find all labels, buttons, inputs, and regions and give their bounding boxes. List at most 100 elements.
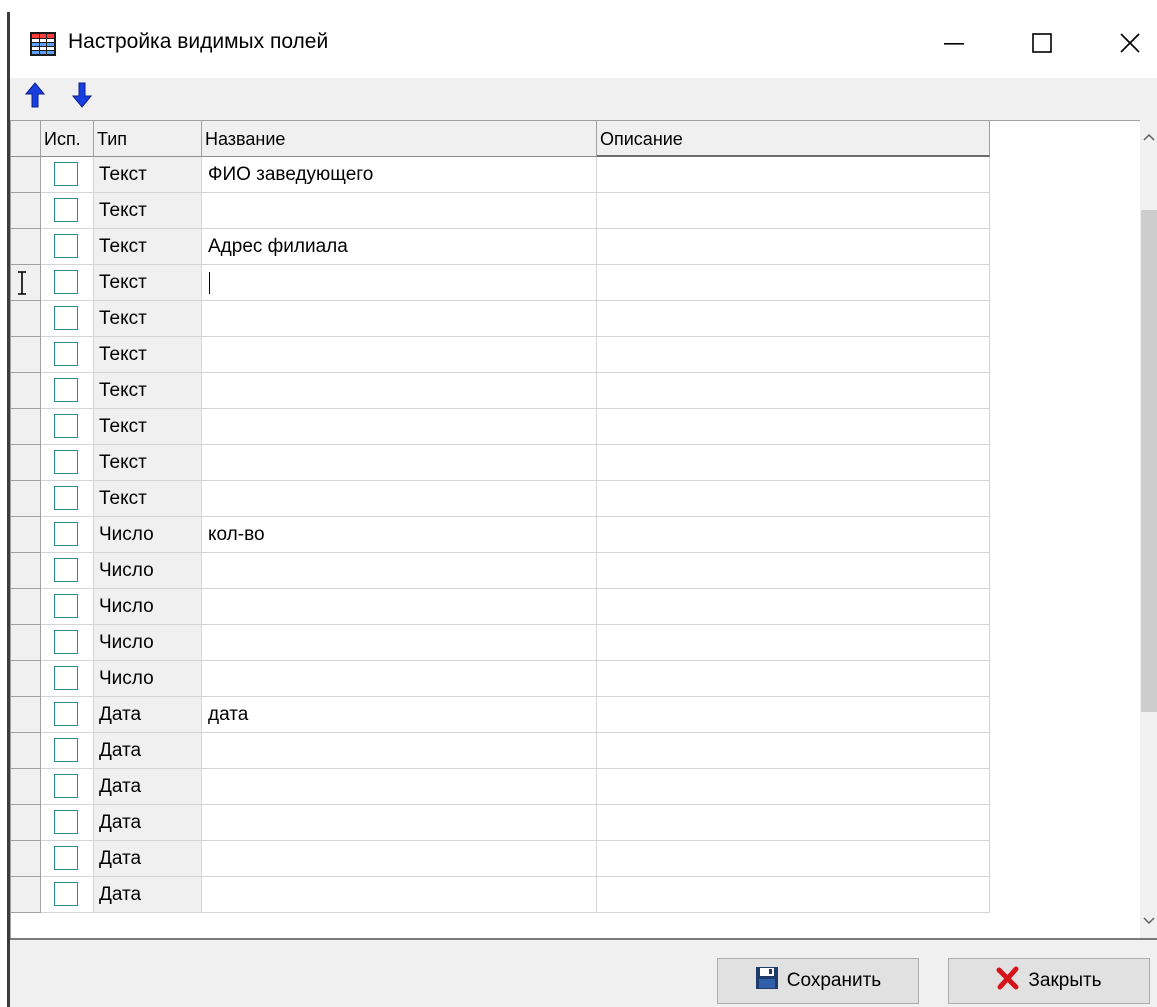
used-checkbox[interactable] [54, 702, 78, 726]
description-cell[interactable] [597, 733, 990, 769]
table-row[interactable]: Число [11, 589, 990, 625]
row-indicator[interactable] [11, 157, 41, 193]
used-checkbox[interactable] [54, 666, 78, 690]
name-cell[interactable] [202, 625, 597, 661]
row-indicator[interactable] [11, 409, 41, 445]
description-cell[interactable] [597, 409, 990, 445]
description-cell[interactable] [597, 553, 990, 589]
name-cell[interactable] [202, 805, 597, 841]
table-row[interactable]: Дата [11, 877, 990, 913]
description-cell[interactable] [597, 337, 990, 373]
header-description[interactable]: Описание [597, 121, 990, 157]
used-checkbox[interactable] [54, 882, 78, 906]
used-checkbox[interactable] [54, 378, 78, 402]
move-down-button[interactable] [67, 82, 97, 112]
minimize-button[interactable] [924, 12, 984, 78]
name-cell[interactable]: дата [202, 697, 597, 733]
table-row[interactable]: Текст [11, 373, 990, 409]
row-indicator[interactable] [11, 589, 41, 625]
description-cell[interactable] [597, 193, 990, 229]
table-row[interactable]: Текст [11, 445, 990, 481]
header-used[interactable]: Исп. [41, 121, 94, 157]
move-up-button[interactable] [20, 81, 50, 112]
used-checkbox[interactable] [54, 522, 78, 546]
row-indicator[interactable] [11, 373, 41, 409]
used-checkbox[interactable] [54, 306, 78, 330]
table-row[interactable]: Текст [11, 301, 990, 337]
name-cell[interactable] [202, 589, 597, 625]
used-checkbox[interactable] [54, 846, 78, 870]
scroll-up-button[interactable] [1140, 120, 1157, 154]
row-indicator[interactable] [11, 733, 41, 769]
header-name[interactable]: Название [202, 121, 597, 157]
name-cell[interactable] [202, 769, 597, 805]
description-cell[interactable] [597, 841, 990, 877]
description-cell[interactable] [597, 157, 990, 193]
row-indicator[interactable] [11, 805, 41, 841]
close-window-button[interactable] [1100, 12, 1157, 78]
used-checkbox[interactable] [54, 774, 78, 798]
row-indicator[interactable] [11, 697, 41, 733]
row-indicator[interactable] [11, 625, 41, 661]
name-cell[interactable] [202, 301, 597, 337]
name-cell[interactable] [202, 841, 597, 877]
table-row[interactable]: Текст [11, 337, 990, 373]
used-checkbox[interactable] [54, 162, 78, 186]
title-bar[interactable]: Настройка видимых полей [10, 12, 1157, 78]
description-cell[interactable] [597, 625, 990, 661]
table-row[interactable]: Текст [11, 193, 990, 229]
table-row[interactable]: Дата [11, 841, 990, 877]
name-cell[interactable] [202, 337, 597, 373]
table-row[interactable]: Дата [11, 769, 990, 805]
name-cell[interactable] [202, 373, 597, 409]
row-indicator[interactable] [11, 841, 41, 877]
table-row[interactable]: Текст ФИО заведующего [11, 157, 990, 193]
name-cell[interactable] [202, 481, 597, 517]
table-row[interactable]: Текст [11, 265, 990, 301]
table-row[interactable]: Текст Адрес филиала [11, 229, 990, 265]
name-cell[interactable]: кол-во [202, 517, 597, 553]
row-indicator[interactable] [11, 769, 41, 805]
table-row[interactable]: Дата [11, 733, 990, 769]
used-checkbox[interactable] [54, 630, 78, 654]
description-cell[interactable] [597, 373, 990, 409]
row-indicator[interactable] [11, 517, 41, 553]
description-cell[interactable] [597, 805, 990, 841]
close-button[interactable]: Закрыть [948, 958, 1150, 1004]
name-cell[interactable] [202, 409, 597, 445]
name-cell[interactable] [202, 877, 597, 913]
used-checkbox[interactable] [54, 594, 78, 618]
used-checkbox[interactable] [54, 198, 78, 222]
description-cell[interactable] [597, 301, 990, 337]
description-cell[interactable] [597, 229, 990, 265]
description-cell[interactable] [597, 769, 990, 805]
used-checkbox[interactable] [54, 342, 78, 366]
used-checkbox[interactable] [54, 558, 78, 582]
name-cell[interactable]: ФИО заведующего [202, 157, 597, 193]
row-indicator[interactable] [11, 661, 41, 697]
table-row[interactable]: Дата дата [11, 697, 990, 733]
table-row[interactable]: Текст [11, 481, 990, 517]
table-row[interactable]: Число [11, 661, 990, 697]
used-checkbox[interactable] [54, 486, 78, 510]
name-cell[interactable] [202, 553, 597, 589]
used-checkbox[interactable] [54, 810, 78, 834]
used-checkbox[interactable] [54, 414, 78, 438]
name-cell[interactable] [202, 445, 597, 481]
table-row[interactable]: Дата [11, 805, 990, 841]
maximize-button[interactable] [1012, 12, 1072, 78]
scroll-thumb[interactable] [1141, 210, 1157, 712]
name-cell[interactable] [202, 661, 597, 697]
row-indicator[interactable] [11, 301, 41, 337]
description-cell[interactable] [597, 481, 990, 517]
table-row[interactable]: Число [11, 553, 990, 589]
row-indicator[interactable] [11, 445, 41, 481]
row-indicator[interactable] [11, 481, 41, 517]
scroll-down-button[interactable] [1140, 904, 1157, 938]
description-cell[interactable] [597, 445, 990, 481]
description-cell[interactable] [597, 517, 990, 553]
row-indicator[interactable] [11, 553, 41, 589]
vertical-scrollbar[interactable] [1140, 120, 1157, 938]
used-checkbox[interactable] [54, 450, 78, 474]
used-checkbox[interactable] [54, 234, 78, 258]
